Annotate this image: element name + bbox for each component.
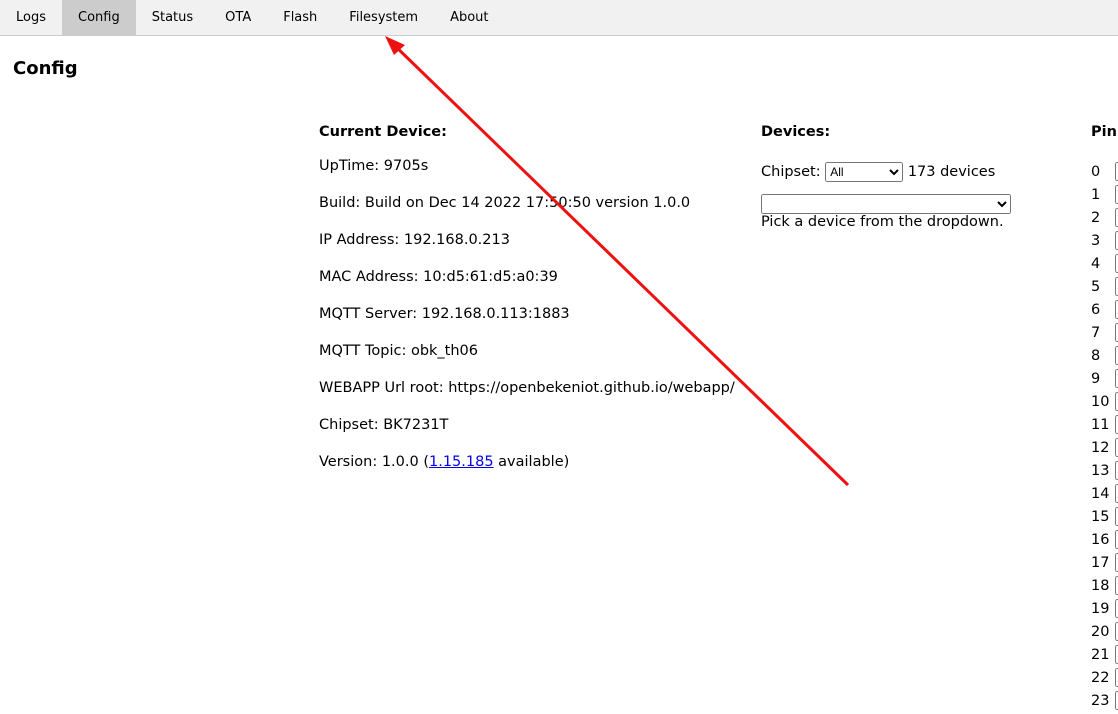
tab-filesystem[interactable]: Filesystem (333, 0, 434, 35)
pin-row: 2 (1091, 206, 1118, 229)
pin-row: 4 (1091, 252, 1118, 275)
pin-row: 12 (1091, 436, 1118, 459)
pin-row: 11 (1091, 413, 1118, 436)
pin-number: 9 (1091, 370, 1101, 387)
tab-ota[interactable]: OTA (209, 0, 267, 35)
pin-row: 13 (1091, 459, 1118, 482)
pin-row: 5 (1091, 275, 1118, 298)
device-info-row: MQTT Server: 192.168.0.113:1883 (319, 306, 570, 322)
device-info-row: WEBAPP Url root: https://openbekeniot.gi… (319, 380, 735, 396)
devices-panel: Devices: Chipset: All 173 devices Pick a… (761, 124, 1011, 230)
device-hint: Pick a device from the dropdown. (761, 214, 1004, 230)
pins-heading: Pin (1091, 124, 1117, 140)
pin-row: 18 (1091, 574, 1118, 597)
pin-number: 23 (1091, 692, 1110, 709)
device-info-row: Build: Build on Dec 14 2022 17:50:50 ver… (319, 195, 691, 211)
pin-row: 10 (1091, 390, 1118, 413)
pin-row: 15 (1091, 505, 1118, 528)
tab-bar: Logs Config Status OTA Flash Filesystem About (0, 0, 1118, 36)
pin-number: 10 (1091, 393, 1110, 410)
pin-row: 3 (1091, 229, 1118, 252)
pin-number: 19 (1091, 600, 1110, 617)
pin-row: 8 (1091, 344, 1118, 367)
tab-about[interactable]: About (434, 0, 504, 35)
device-info-row: Chipset: BK7231T (319, 417, 449, 433)
pin-number: 16 (1091, 531, 1110, 548)
version-row: Version: 1.0.0 (1.15.185 available) (319, 454, 570, 470)
chipset-select[interactable]: All (825, 162, 904, 182)
pin-number: 8 (1091, 347, 1101, 364)
current-device-heading: Current Device: (319, 124, 447, 140)
pin-row: 14 (1091, 482, 1118, 505)
tab-status[interactable]: Status (136, 0, 209, 35)
device-info-row: MAC Address: 10:d5:61:d5:a0:39 (319, 269, 558, 285)
pin-row: 21 (1091, 643, 1118, 666)
pin-number: 2 (1091, 209, 1101, 226)
pin-number: 18 (1091, 577, 1110, 594)
pin-number: 3 (1091, 232, 1101, 249)
pin-number: 15 (1091, 508, 1110, 525)
page-title: Config (13, 58, 78, 79)
pin-number: 6 (1091, 301, 1101, 318)
update-version-link[interactable]: 1.15.185 (429, 454, 494, 470)
devices-heading: Devices: (761, 124, 831, 140)
device-select[interactable] (761, 194, 1011, 214)
pin-row: 22 (1091, 666, 1118, 689)
pin-number: 7 (1091, 324, 1101, 341)
pin-row: 6 (1091, 298, 1118, 321)
tab-config[interactable]: Config (62, 0, 136, 35)
pin-row: 19 (1091, 597, 1118, 620)
pin-row: 1 (1091, 183, 1118, 206)
tab-flash[interactable]: Flash (267, 0, 333, 35)
pin-number: 20 (1091, 623, 1110, 640)
pin-row: 7 (1091, 321, 1118, 344)
pin-number: 11 (1091, 416, 1110, 433)
pin-number: 17 (1091, 554, 1110, 571)
pin-number: 1 (1091, 186, 1101, 203)
pin-number: 0 (1091, 163, 1101, 180)
device-info-row: MQTT Topic: obk_th06 (319, 343, 479, 359)
pin-row: 9 (1091, 367, 1118, 390)
pins-panel: Pin 0 1 2 3 4 5 6 7 8 9 10 11 12 13 14 15 16 17 18 19 20 21 22… (1091, 124, 1118, 712)
pin-number: 5 (1091, 278, 1101, 295)
pin-row: 16 (1091, 528, 1118, 551)
pin-number: 14 (1091, 485, 1110, 502)
device-info-row: UpTime: 9705s (319, 158, 429, 174)
pin-row: 0 (1091, 160, 1118, 183)
current-device-panel: Current Device: UpTime: 9705s Build: Buil… (319, 124, 735, 491)
pin-number: 22 (1091, 669, 1110, 686)
pin-row: 23 (1091, 689, 1118, 712)
pin-number: 12 (1091, 439, 1110, 456)
pin-row: 17 (1091, 551, 1118, 574)
pin-number: 4 (1091, 255, 1101, 272)
device-count: 173 devices (907, 164, 996, 180)
pin-number: 21 (1091, 646, 1110, 663)
pin-number: 13 (1091, 462, 1110, 479)
device-info-row: IP Address: 192.168.0.213 (319, 232, 510, 248)
tab-logs[interactable]: Logs (0, 0, 62, 35)
pin-row: 20 (1091, 620, 1118, 643)
chipset-label: Chipset: (761, 164, 821, 180)
